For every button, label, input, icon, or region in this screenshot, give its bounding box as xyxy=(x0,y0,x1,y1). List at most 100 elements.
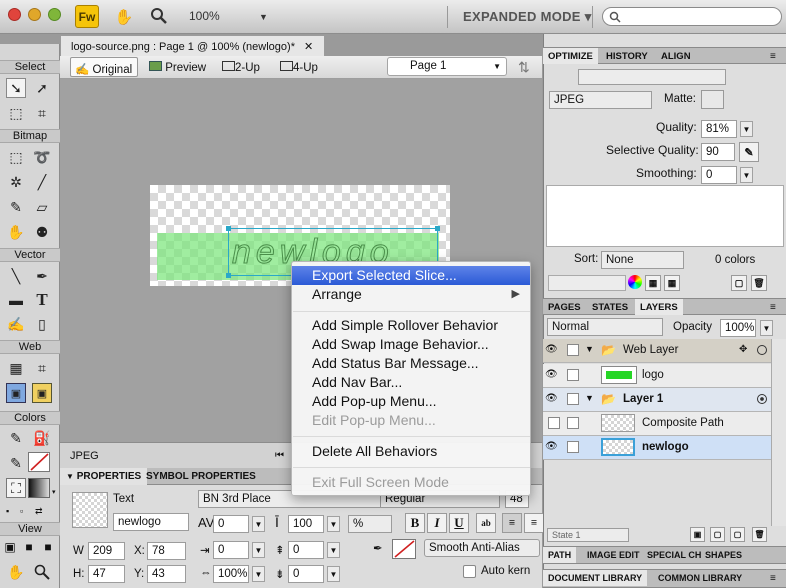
hand-view-tool-icon[interactable]: ✋ xyxy=(6,562,26,582)
default-colors-icon[interactable]: ▪ xyxy=(6,506,18,516)
no-color-icon[interactable]: ▫ xyxy=(20,506,32,516)
layers-scrollbar[interactable] xyxy=(771,339,786,526)
resize-handle[interactable] xyxy=(226,273,231,278)
panel-menu-icon[interactable]: ≡ xyxy=(765,299,781,315)
add-color-icon[interactable]: ▢ xyxy=(731,275,747,291)
scale-tool-icon[interactable]: ⬚ xyxy=(6,103,26,123)
tab-shapes[interactable]: SHAPES xyxy=(700,547,747,563)
saved-settings-select[interactable] xyxy=(578,69,726,85)
target-icon[interactable] xyxy=(757,345,767,355)
hotspot-tool-icon[interactable]: ▦ xyxy=(6,358,26,378)
new-layer-icon[interactable]: ▢ xyxy=(710,527,725,542)
indent-dropdown[interactable]: ▼ xyxy=(252,542,265,558)
color-table[interactable] xyxy=(546,185,784,247)
horizontal-scale-field[interactable]: 100% xyxy=(213,565,249,583)
opacity-field[interactable]: 100% xyxy=(720,319,756,337)
italic-button[interactable]: I xyxy=(427,513,447,533)
tab-4-up[interactable]: 4-Up xyxy=(276,57,336,77)
tab-pages[interactable]: PAGES xyxy=(543,299,586,315)
height-field[interactable]: 47 xyxy=(88,565,125,583)
lock-toggle[interactable] xyxy=(567,393,579,405)
page-select[interactable]: Page 1 ▼ xyxy=(387,57,507,76)
lock-toggle[interactable] xyxy=(567,344,579,356)
snap-web-safe-icon[interactable]: ▦ xyxy=(664,275,680,291)
opacity-dropdown[interactable]: ▼ xyxy=(760,320,773,336)
close-document-icon[interactable]: ✕ xyxy=(304,41,313,53)
menu-item-add-popup-menu[interactable]: Add Pop-up Menu... xyxy=(292,392,530,411)
lock-toggle[interactable] xyxy=(567,417,579,429)
line-tool-icon[interactable]: ╲ xyxy=(6,266,26,286)
quality-field[interactable]: 81% xyxy=(701,120,737,138)
maximized-screen-mode-icon[interactable]: ■ xyxy=(22,540,36,554)
leading-dropdown[interactable]: ▼ xyxy=(327,516,340,532)
crop-tool-icon[interactable]: ⌗ xyxy=(32,103,52,123)
baseline-shift-dropdown[interactable]: ▼ xyxy=(327,566,340,582)
eraser-tool-icon[interactable]: ▱ xyxy=(32,197,52,217)
close-window-button[interactable] xyxy=(8,8,21,21)
zoom-dropdown-icon[interactable]: ▼ xyxy=(259,12,268,22)
tab-preview[interactable]: Preview xyxy=(145,57,215,77)
eye-icon[interactable]: 👁 xyxy=(545,441,559,453)
layer-row-logo[interactable]: 👁 logo xyxy=(543,364,771,388)
sort-select[interactable]: None xyxy=(601,251,684,269)
fill-options-icon[interactable]: ▾ xyxy=(52,488,56,496)
smoothing-field[interactable]: 0 xyxy=(701,166,737,184)
full-screen-mode-icon[interactable]: ■ xyxy=(41,540,55,554)
tab-symbol-properties[interactable]: SYMBOL PROPERTIES xyxy=(140,468,262,485)
tab-path[interactable]: PATH xyxy=(543,547,577,563)
tab-layers[interactable]: LAYERS xyxy=(635,299,683,315)
layer-row-layer-1[interactable]: 👁 ▼ 📂 Layer 1 xyxy=(543,388,771,412)
tab-2-up[interactable]: 2-Up xyxy=(218,57,274,77)
pencil-tool-icon[interactable]: ✎ xyxy=(6,197,26,217)
new-bitmap-icon[interactable]: ▢ xyxy=(730,527,745,542)
baseline-shift-field[interactable]: 0 xyxy=(288,565,324,583)
freeform-tool-icon[interactable]: ✍ xyxy=(6,314,26,334)
edit-selective-quality-icon[interactable]: ✎ xyxy=(739,142,759,162)
auto-kern-checkbox[interactable] xyxy=(463,565,476,578)
expand-icon[interactable]: ▼ xyxy=(585,393,594,403)
eye-icon[interactable]: 👁 xyxy=(545,369,559,381)
stroke-color-swatch[interactable] xyxy=(28,452,50,472)
menu-item-add-simple-rollover[interactable]: Add Simple Rollover Behavior xyxy=(292,316,530,335)
tab-common-library[interactable]: COMMON LIBRARY xyxy=(653,570,747,586)
document-tab[interactable]: logo-source.png : Page 1 @ 100% (newlogo… xyxy=(60,35,325,56)
pen-tool-icon[interactable]: ✒ xyxy=(32,266,52,286)
new-sublayer-icon[interactable]: ▣ xyxy=(690,527,705,542)
zoom-level[interactable]: 100% xyxy=(189,9,220,23)
eyedropper-tool-icon[interactable]: ✎ xyxy=(6,428,26,448)
tab-properties[interactable]: ▼ PROPERTIES xyxy=(60,468,148,485)
smoothing-dropdown[interactable]: ▼ xyxy=(740,167,753,183)
underline-button[interactable]: U xyxy=(449,513,469,533)
y-field[interactable]: 43 xyxy=(147,565,186,583)
rubber-stamp-tool-icon[interactable]: ⚉ xyxy=(32,222,52,242)
resize-handle[interactable] xyxy=(226,226,231,231)
minimize-window-button[interactable] xyxy=(28,8,41,21)
blur-tool-icon[interactable]: ✋ xyxy=(6,222,26,242)
text-stroke-swatch[interactable] xyxy=(392,539,416,559)
panel-menu-icon[interactable]: ≡ xyxy=(765,48,781,64)
brush-tool-icon[interactable]: ╱ xyxy=(32,172,52,192)
lock-color-icon[interactable]: ▦ xyxy=(645,275,661,291)
subselection-tool-icon[interactable]: ➚ xyxy=(32,78,52,98)
tab-image-edit[interactable]: IMAGE EDIT xyxy=(582,547,645,563)
indent-field[interactable]: 0 xyxy=(213,541,249,559)
matte-color-swatch[interactable] xyxy=(701,90,724,109)
tab-original[interactable]: ✍ Original xyxy=(70,57,138,77)
layer-row-web-layer[interactable]: 👁 ▼ 📂 Web Layer ✥ xyxy=(543,339,771,363)
export-format-select[interactable]: JPEG xyxy=(549,91,652,109)
sort-arrows-icon[interactable]: ⇅ xyxy=(518,59,530,76)
zoom-view-tool-icon[interactable] xyxy=(34,564,50,583)
panel-menu-icon[interactable]: ≡ xyxy=(765,570,781,586)
delete-layer-icon[interactable]: 🗑 xyxy=(752,527,767,542)
leading-unit-select[interactable]: % xyxy=(348,515,392,533)
expand-icon[interactable]: ▼ xyxy=(585,344,594,354)
lock-toggle[interactable] xyxy=(567,369,579,381)
eye-icon[interactable]: 👁 xyxy=(545,393,559,405)
text-tool-icon[interactable]: T xyxy=(32,290,52,310)
leading-field[interactable]: 100 xyxy=(288,515,324,533)
color-wheel-icon[interactable] xyxy=(628,275,642,289)
target-icon[interactable] xyxy=(757,394,767,404)
tab-states[interactable]: STATES xyxy=(587,299,633,315)
rectangle-tool-icon[interactable]: ▬ xyxy=(6,290,26,310)
search-input[interactable] xyxy=(602,7,782,26)
